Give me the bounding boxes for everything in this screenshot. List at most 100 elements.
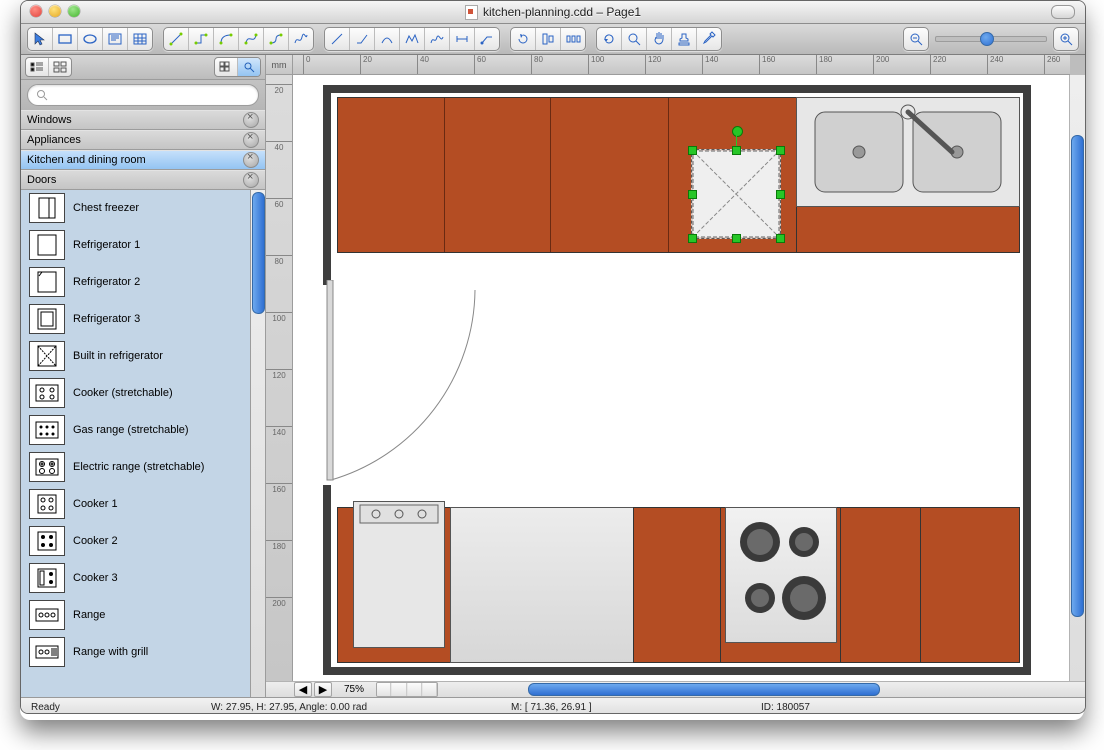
smart-connector-tool[interactable]: [189, 28, 214, 50]
library-view-switch-left[interactable]: [25, 57, 72, 77]
resize-handle-nw[interactable]: [688, 146, 697, 155]
line-tool[interactable]: [325, 28, 350, 50]
cabinet-bottom-5[interactable]: [920, 507, 1020, 663]
large-icons-view-icon[interactable]: [49, 58, 71, 76]
cabinet-bottom-2[interactable]: [633, 507, 722, 663]
library-item[interactable]: Cooker 3: [21, 560, 250, 597]
text-tool[interactable]: [103, 28, 128, 50]
arc-tool[interactable]: [375, 28, 400, 50]
list-view-icon[interactable]: [26, 58, 49, 76]
door-swing[interactable]: [325, 280, 485, 490]
rotation-handle[interactable]: [732, 126, 743, 137]
polyline-tool[interactable]: [400, 28, 425, 50]
resize-handle-ne[interactable]: [776, 146, 785, 155]
table-tool[interactable]: [128, 28, 152, 50]
resize-handle-w[interactable]: [688, 190, 697, 199]
wall-left-upper[interactable]: [323, 85, 331, 285]
grid-view-icon[interactable]: [215, 58, 238, 76]
library-search-input[interactable]: [54, 88, 250, 102]
wall-bottom[interactable]: [323, 667, 1031, 675]
page-tabs[interactable]: [376, 682, 438, 697]
zoom-level-label[interactable]: 75%: [332, 684, 376, 695]
close-button[interactable]: [30, 5, 42, 17]
distribute-tool[interactable]: [561, 28, 585, 50]
next-page-button[interactable]: ▶: [314, 682, 332, 697]
eyedropper-tool[interactable]: [697, 28, 721, 50]
zoom-in-button[interactable]: [1054, 28, 1078, 50]
ruler-vertical[interactable]: 20406080100120140160180200: [266, 75, 293, 681]
minimize-button[interactable]: [49, 5, 61, 17]
zoom-out-button[interactable]: [904, 28, 928, 50]
resize-handle-se[interactable]: [776, 234, 785, 243]
pointer-tool[interactable]: [28, 28, 53, 50]
canvas-vertical-scrollbar[interactable]: [1069, 75, 1085, 681]
angled-line-tool[interactable]: [350, 28, 375, 50]
wall-top[interactable]: [323, 85, 1031, 93]
library-item[interactable]: Refrigerator 3: [21, 301, 250, 338]
drawing-canvas[interactable]: [293, 75, 1069, 681]
library-item[interactable]: Cooker 1: [21, 486, 250, 523]
category-close-icon[interactable]: [243, 112, 259, 128]
search-view-icon[interactable]: [238, 58, 260, 76]
direct-connector-tool[interactable]: [164, 28, 189, 50]
zoom-slider[interactable]: [935, 36, 1047, 42]
bezier-connector-tool[interactable]: [239, 28, 264, 50]
library-item[interactable]: Chest freezer: [21, 190, 250, 227]
selected-object[interactable]: [691, 149, 781, 239]
category-close-icon[interactable]: [243, 172, 259, 188]
category-kitchen-dining[interactable]: Kitchen and dining room: [21, 150, 265, 170]
round-connector-tool[interactable]: [264, 28, 289, 50]
hscroll-thumb[interactable]: [528, 683, 880, 696]
canvas-bottom-bar: ◀ ▶ 75%: [266, 681, 1085, 697]
leader-tool[interactable]: [475, 28, 499, 50]
category-close-icon[interactable]: [243, 132, 259, 148]
library-item[interactable]: Built in refrigerator: [21, 338, 250, 375]
resize-handle-s[interactable]: [732, 234, 741, 243]
magnify-tool[interactable]: [622, 28, 647, 50]
pan-tool[interactable]: [647, 28, 672, 50]
library-search[interactable]: [27, 84, 259, 106]
refresh-tool[interactable]: [597, 28, 622, 50]
resize-handle-n[interactable]: [732, 146, 741, 155]
appliance-bottom-left[interactable]: [353, 501, 445, 648]
counter-bottom-center[interactable]: [450, 507, 635, 663]
library-scrollbar[interactable]: [251, 190, 265, 697]
toolbar-toggle-button[interactable]: [1051, 5, 1075, 19]
library-item[interactable]: Range: [21, 597, 250, 634]
arc-connector-tool[interactable]: [214, 28, 239, 50]
wall-right[interactable]: [1023, 85, 1031, 675]
cabinet-bottom-4[interactable]: [840, 507, 922, 663]
ruler-horizontal[interactable]: 020406080100120140160180200220240260: [293, 55, 1070, 75]
cooktop-small-icon: [354, 502, 444, 647]
dimension-tool[interactable]: [450, 28, 475, 50]
resize-handle-sw[interactable]: [688, 234, 697, 243]
library-item[interactable]: Range with grill: [21, 634, 250, 671]
library-item[interactable]: Electric range (stretchable): [21, 449, 250, 486]
category-windows[interactable]: Windows: [21, 110, 265, 130]
align-tool[interactable]: [536, 28, 561, 50]
canvas-horizontal-scrollbar[interactable]: [438, 683, 1070, 696]
library-view-switch-right[interactable]: [214, 57, 261, 77]
category-appliances[interactable]: Appliances: [21, 130, 265, 150]
resize-handle-e[interactable]: [776, 190, 785, 199]
freehand-tool[interactable]: [425, 28, 450, 50]
library-item[interactable]: Gas range (stretchable): [21, 412, 250, 449]
library-item[interactable]: Cooker (stretchable): [21, 375, 250, 412]
library-item[interactable]: Refrigerator 1: [21, 227, 250, 264]
library-item[interactable]: Refrigerator 2: [21, 264, 250, 301]
cooktop[interactable]: [725, 507, 837, 643]
ellipse-tool[interactable]: [78, 28, 103, 50]
library-item[interactable]: Cooker 2: [21, 523, 250, 560]
category-doors[interactable]: Doors: [21, 170, 265, 190]
rectangle-tool[interactable]: [53, 28, 78, 50]
vscroll-thumb[interactable]: [1071, 135, 1084, 617]
sink-counter[interactable]: [796, 97, 1020, 207]
zoom-button[interactable]: [68, 5, 80, 17]
category-close-icon[interactable]: [243, 152, 259, 168]
stamp-tool[interactable]: [672, 28, 697, 50]
prev-page-button[interactable]: ◀: [294, 682, 312, 697]
rotate-tool[interactable]: [511, 28, 536, 50]
library-scroll-thumb[interactable]: [252, 192, 265, 314]
wall-left-lower[interactable]: [323, 485, 331, 675]
spline-tool[interactable]: [289, 28, 313, 50]
